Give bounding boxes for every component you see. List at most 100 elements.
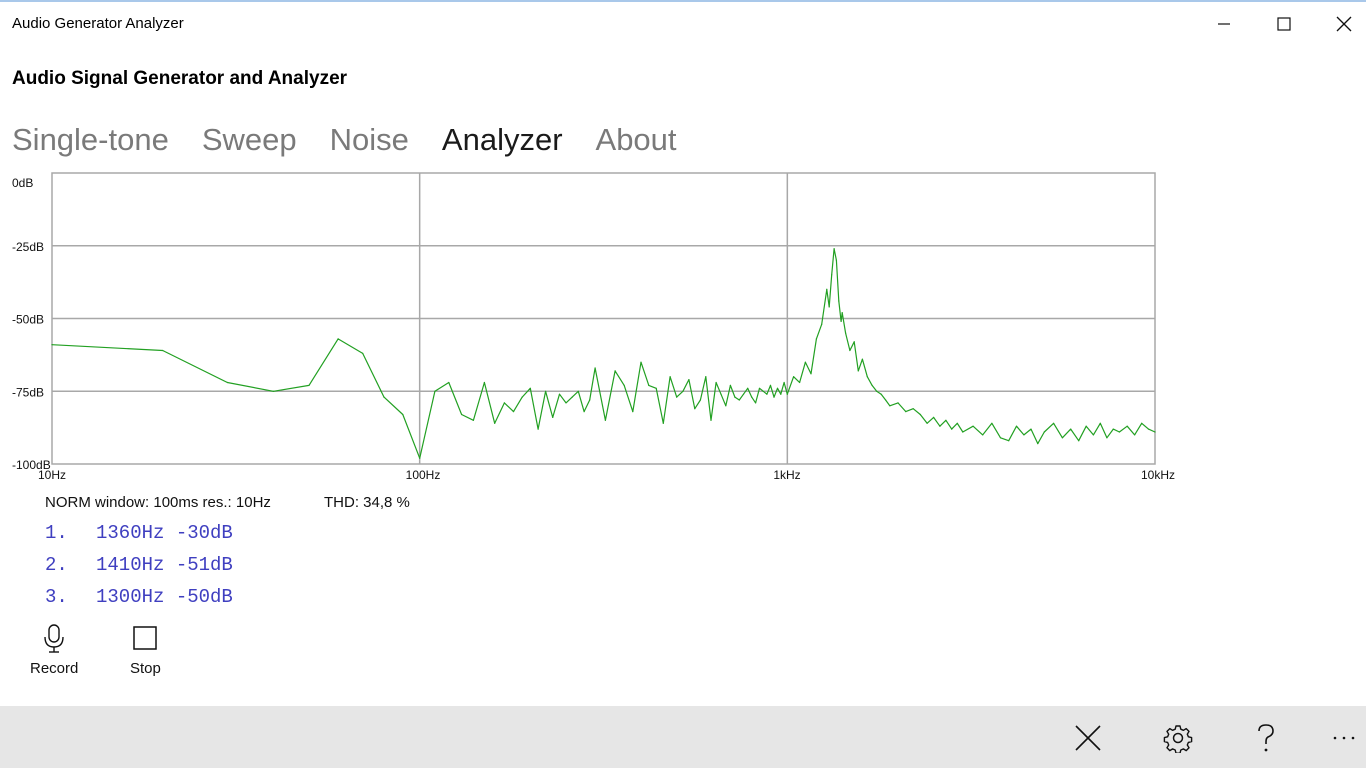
- spectrum-point: [742, 393, 745, 395]
- app-window: Audio Generator Analyzer Audio Signal Ge…: [0, 0, 1366, 768]
- record-button[interactable]: Record: [30, 624, 78, 677]
- spectrum-point: [1015, 425, 1018, 427]
- spectrum-point: [840, 320, 842, 322]
- spectrum-point: [1106, 437, 1108, 439]
- spectrum-point: [1030, 428, 1032, 430]
- maximize-icon: [1277, 17, 1291, 31]
- tab-noise[interactable]: Noise: [330, 122, 409, 158]
- spectrum-point: [804, 361, 807, 363]
- thd-text: THD: 34,8 %: [324, 494, 410, 511]
- spectrum-point: [565, 402, 567, 404]
- spectrum-point: [614, 370, 616, 372]
- spectrum-point: [845, 332, 847, 334]
- peak-index: 1.: [45, 522, 68, 544]
- spectrum-point: [926, 422, 928, 424]
- spectrum-point: [821, 323, 823, 325]
- spectrum-point: [962, 431, 964, 433]
- spectrum-point: [623, 384, 625, 386]
- spectrum-point: [897, 402, 899, 404]
- spectrum-point: [972, 425, 974, 427]
- spectrum-point: [919, 413, 921, 416]
- spectrum-point: [1085, 425, 1087, 427]
- spectrum-point: [594, 367, 596, 369]
- spectrum-point: [1078, 440, 1080, 442]
- maximize-button[interactable]: [1254, 2, 1314, 46]
- spectrum-point: [747, 387, 749, 389]
- spectrum-point: [640, 361, 642, 363]
- spectrum-point: [682, 390, 684, 392]
- minimize-button[interactable]: [1194, 2, 1254, 46]
- more-options-button[interactable]: [1322, 718, 1366, 758]
- spectrum-point: [483, 381, 485, 384]
- clear-button[interactable]: [1066, 718, 1110, 758]
- spectrum-point: [383, 396, 385, 398]
- x-tick-label: 10Hz: [38, 468, 66, 482]
- spectrum-point: [1154, 431, 1156, 433]
- spectrum-point: [769, 384, 772, 386]
- y-tick-label: -25dB: [12, 240, 44, 254]
- y-tick-label: 0dB: [12, 176, 33, 190]
- spectrum-point: [833, 248, 835, 250]
- spectrum-point: [815, 338, 818, 340]
- spectrum-point: [1008, 440, 1010, 442]
- spectrum-chart: 0dB -25dB -50dB -75dB -100dB 10Hz 100Hz 1kHz 10k…: [0, 168, 1200, 488]
- ellipsis-icon: [1333, 736, 1355, 740]
- spectrum-point: [1147, 428, 1150, 430]
- spectrum-point: [710, 419, 712, 421]
- x-tick-label: 1kHz: [773, 468, 800, 482]
- stop-button[interactable]: Stop: [130, 624, 161, 677]
- spectrum-point: [604, 419, 607, 421]
- spectrum-point: [676, 396, 678, 398]
- tab-analyzer[interactable]: Analyzer: [442, 122, 563, 158]
- spectrum-point: [755, 402, 757, 404]
- spectrum-point: [699, 399, 702, 401]
- spectrum-point: [589, 399, 591, 401]
- spectrum-point: [362, 352, 364, 354]
- spectrum-point: [762, 390, 764, 392]
- spectrum-point: [835, 259, 838, 261]
- tab-sweep[interactable]: Sweep: [202, 122, 297, 158]
- peak-row: 3. 1300Hz -50dB: [45, 586, 233, 618]
- spectrum-point: [991, 422, 993, 424]
- spectrum-point: [776, 387, 779, 389]
- spectrum-point: [720, 393, 722, 395]
- help-button[interactable]: [1244, 718, 1288, 758]
- spectrum-point: [632, 411, 634, 413]
- spectrum-point: [1023, 434, 1025, 436]
- tab-bar: Single-tone Sweep Noise Analyzer About: [12, 122, 710, 158]
- spectrum-point: [885, 399, 887, 401]
- spectrum-point: [272, 390, 274, 392]
- spectrum-point: [583, 411, 585, 413]
- spectrum-point: [494, 422, 496, 424]
- spectrum-point: [734, 396, 736, 398]
- spectrum-point: [545, 390, 547, 392]
- peak-index: 3.: [45, 586, 68, 608]
- spectrum-point: [662, 422, 664, 424]
- spectrum-point: [434, 390, 436, 392]
- spectrum-point: [1141, 422, 1143, 424]
- tab-single-tone[interactable]: Single-tone: [12, 122, 169, 158]
- y-tick-label: -75dB: [12, 385, 44, 399]
- spectrum-point: [655, 387, 657, 389]
- tab-about[interactable]: About: [596, 122, 677, 158]
- spectrum-point: [758, 387, 761, 389]
- spectrum-point: [780, 393, 782, 395]
- y-tick-label: -50dB: [12, 313, 44, 327]
- settings-button[interactable]: [1156, 718, 1200, 758]
- spectrum-point: [1061, 437, 1063, 439]
- spectrum-point: [841, 312, 843, 314]
- close-window-button[interactable]: [1314, 2, 1366, 46]
- spectrum-point: [308, 384, 310, 386]
- spectrum-point: [1112, 428, 1114, 430]
- spectrum-point: [871, 384, 873, 386]
- peak-value: 1410Hz -51dB: [96, 554, 233, 576]
- spectrum-point: [537, 428, 539, 430]
- spectrum-point: [688, 379, 690, 381]
- spectrum-point: [880, 393, 882, 395]
- spectrum-point: [725, 405, 727, 407]
- spectrum-point: [694, 408, 696, 410]
- spectrum-point: [849, 349, 851, 352]
- spectrum-point: [51, 344, 53, 346]
- spectrum-point: [828, 306, 830, 308]
- spectrum-point: [1099, 422, 1101, 424]
